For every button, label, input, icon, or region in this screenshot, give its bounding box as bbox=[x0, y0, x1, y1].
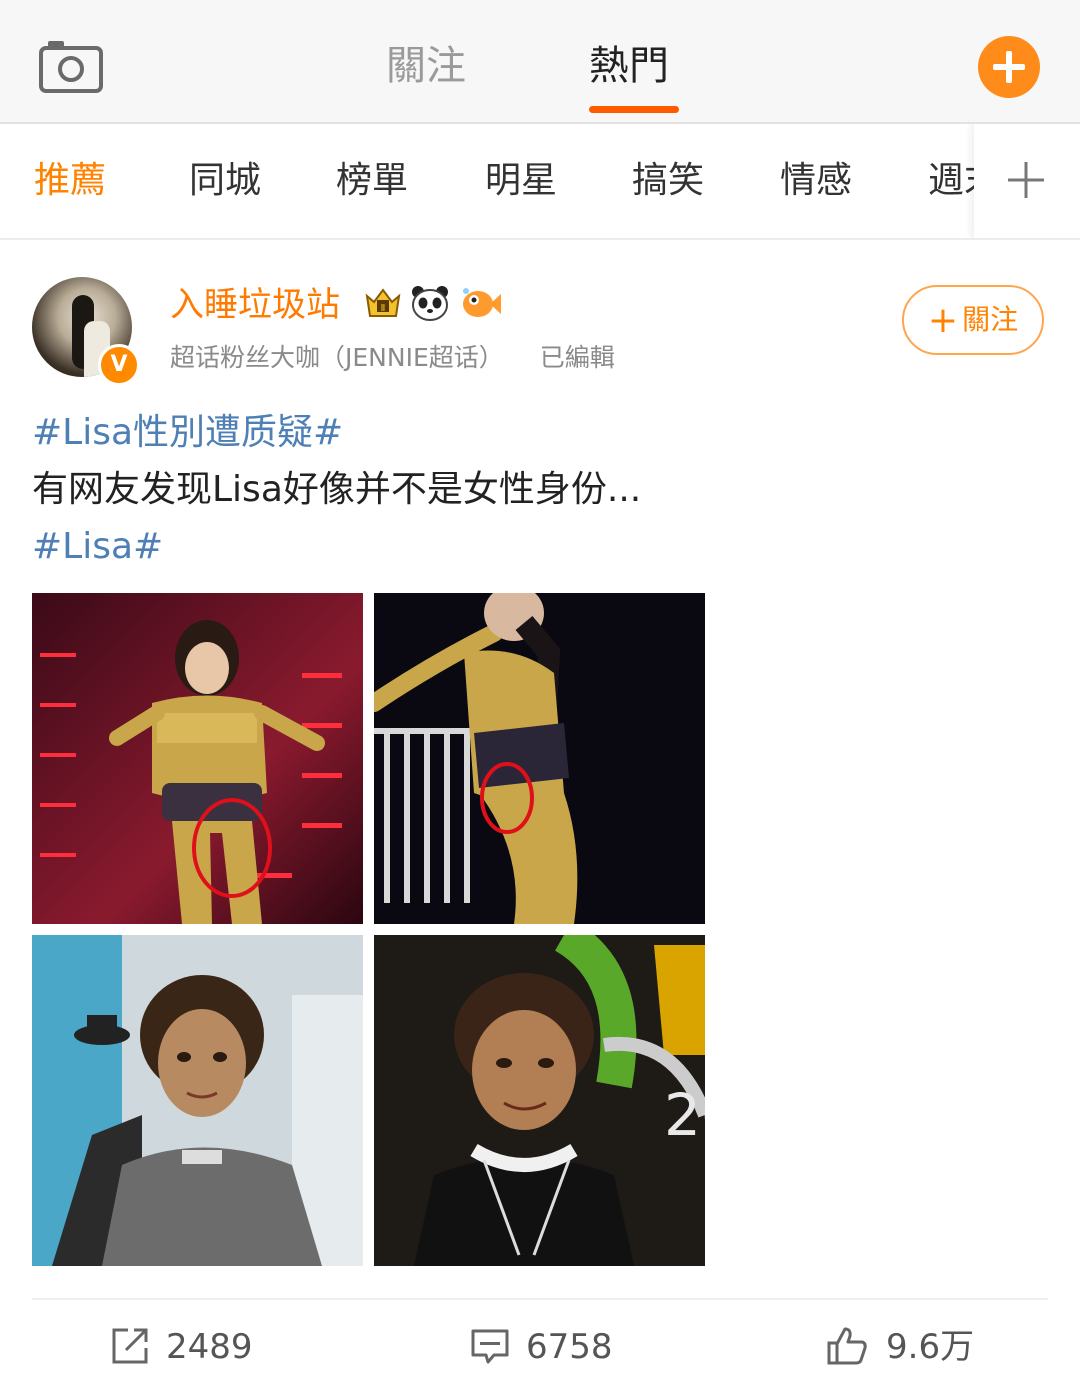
camera-icon[interactable] bbox=[38, 38, 104, 94]
fish-badge-icon[interactable] bbox=[460, 286, 502, 320]
plus-icon: + bbox=[927, 300, 959, 341]
tab-hot[interactable]: 熱門 bbox=[589, 40, 669, 92]
category-funny[interactable]: 搞笑 bbox=[632, 158, 704, 204]
post-body: 有网友发现Lisa好像并不是女性身份... bbox=[32, 469, 642, 510]
verified-badge: V bbox=[98, 344, 140, 386]
crown-level-badge-icon[interactable]: Ⅱ bbox=[364, 286, 402, 320]
thumbs-up-icon bbox=[827, 1327, 867, 1365]
category-recommend[interactable]: 推薦 bbox=[34, 158, 106, 204]
author-name[interactable]: 入睡垃圾站 bbox=[170, 283, 340, 327]
comment-count: 6758 bbox=[526, 1327, 613, 1367]
comment-icon bbox=[471, 1329, 509, 1364]
post-image-2[interactable] bbox=[374, 593, 705, 924]
hashtag-link[interactable]: #Lisa性別遭质疑# bbox=[32, 404, 1042, 461]
panda-badge-icon[interactable] bbox=[410, 284, 450, 322]
svg-text:Ⅱ: Ⅱ bbox=[381, 303, 386, 314]
svg-text:20: 20 bbox=[664, 1081, 705, 1149]
top-nav-bar: 關注 熱門 bbox=[0, 0, 1080, 124]
post-text: #Lisa性別遭质疑# 有网友发现Lisa好像并不是女性身份... #Lisa# bbox=[32, 404, 1042, 575]
author-title: 超话粉丝大咖（JENNIE超话） bbox=[170, 343, 504, 372]
post-image-4[interactable]: 20 bbox=[374, 935, 705, 1266]
follow-label: 關注 bbox=[962, 303, 1019, 336]
divider bbox=[32, 1298, 1048, 1300]
category-celebrity[interactable]: 明星 bbox=[485, 158, 557, 204]
share-icon bbox=[112, 1328, 148, 1364]
post-image-3[interactable] bbox=[32, 935, 363, 1266]
tab-follow[interactable]: 關注 bbox=[386, 40, 466, 92]
like-count: 9.6万 bbox=[886, 1327, 975, 1367]
category-rankings[interactable]: 榜單 bbox=[336, 158, 408, 204]
active-tab-indicator bbox=[589, 106, 679, 113]
plus-circle-icon[interactable] bbox=[978, 36, 1040, 98]
author-subtitle: 超话粉丝大咖（JENNIE超话） 已編輯 bbox=[170, 340, 615, 376]
follow-button[interactable]: + 關注 bbox=[902, 285, 1044, 355]
hashtag-link[interactable]: #Lisa# bbox=[32, 518, 1042, 575]
edited-label: 已編輯 bbox=[539, 343, 615, 372]
category-emotion[interactable]: 情感 bbox=[780, 158, 852, 204]
post-image-1[interactable] bbox=[32, 593, 363, 924]
plus-icon[interactable] bbox=[1006, 160, 1046, 200]
repost-count: 2489 bbox=[166, 1327, 253, 1367]
category-bar: 推薦 同城 榜單 明星 搞笑 情感 週末 bbox=[0, 124, 1080, 240]
category-local[interactable]: 同城 bbox=[189, 158, 261, 204]
